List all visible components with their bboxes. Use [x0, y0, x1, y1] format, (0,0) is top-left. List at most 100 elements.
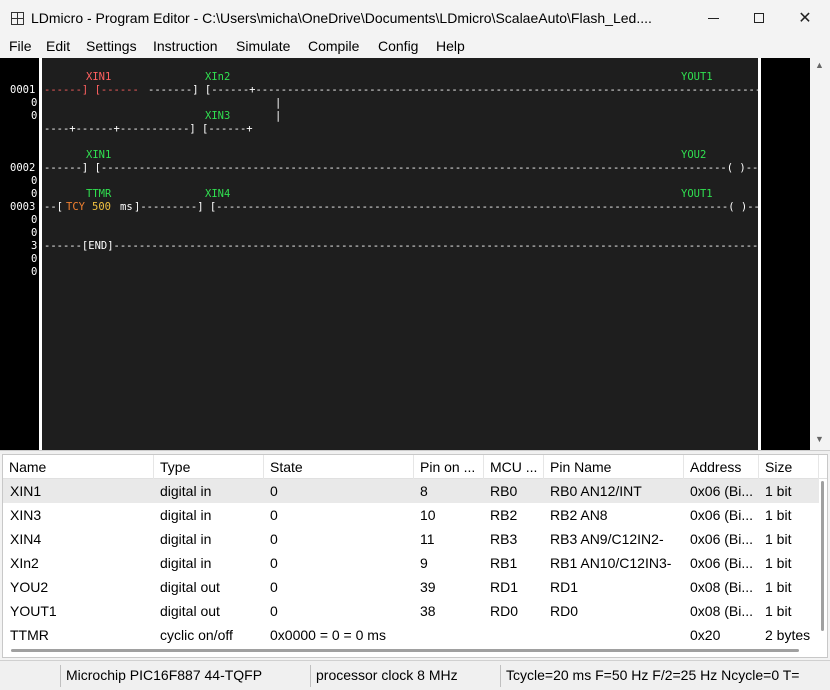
menu-bar: File Edit Settings Instruction Simulate …: [0, 36, 830, 58]
maximize-button[interactable]: [736, 0, 782, 36]
rung3-wire-start: --[: [44, 201, 63, 213]
io-cell-address: 0x08 (Bi...: [690, 603, 754, 619]
rung3-sub-index: 0: [31, 188, 38, 200]
menu-edit[interactable]: Edit: [46, 38, 70, 54]
contact-name-xin3[interactable]: XIN3: [205, 110, 230, 123]
minimize-icon: [707, 17, 719, 19]
io-row-xin3[interactable]: XIN3 digital in 0 10 RB2 RB2 AN8 0x06 (B…: [3, 503, 819, 527]
menu-help[interactable]: Help: [436, 38, 465, 54]
io-cell-pin-name: RB0 AN12/INT: [550, 483, 642, 499]
io-cell-state: 0: [270, 531, 278, 547]
column-header-address[interactable]: Address: [684, 455, 759, 479]
rung1-sub-index: 0: [31, 110, 38, 122]
io-row-ttmr[interactable]: TTMR cyclic on/off 0x0000 = 0 = 0 ms 0x2…: [3, 623, 819, 647]
contact-name-xin1[interactable]: XIN1: [86, 71, 111, 84]
menu-settings[interactable]: Settings: [86, 38, 137, 54]
ldmicro-app-icon: [11, 12, 24, 25]
io-cell-pin: 39: [420, 579, 436, 595]
menu-file[interactable]: File: [9, 38, 32, 54]
end-sub-index: 0: [31, 266, 38, 278]
timer-value[interactable]: 500: [92, 201, 111, 214]
end-rung-wire[interactable]: ------[END]-----------------------------…: [44, 240, 758, 253]
io-list-header: Name Type State Pin on ... MCU ... Pin N…: [3, 455, 827, 479]
io-cell-type: digital in: [160, 555, 212, 571]
column-header-pin[interactable]: Pin on ...: [414, 455, 484, 479]
status-mcu: Microchip PIC16F887 44-TQFP: [60, 665, 310, 687]
title-bar: LDmicro - Program Editor - C:\Users\mich…: [0, 0, 830, 36]
close-button[interactable]: ✕: [782, 0, 828, 36]
coil-name-yout1[interactable]: YOUT1: [681, 71, 713, 84]
io-cell-state: 0x0000 = 0 = 0 ms: [270, 627, 386, 643]
column-header-state[interactable]: State: [264, 455, 414, 479]
status-cycle: Tcycle=20 ms F=50 Hz F/2=25 Hz Ncycle=0 …: [500, 665, 830, 687]
io-cell-name: YOU2: [10, 579, 49, 595]
timer-name-ttmr[interactable]: TTMR: [86, 188, 111, 201]
rung-number-1: 0001: [10, 84, 36, 96]
scroll-down-icon[interactable]: ▼: [815, 434, 824, 444]
rung1-branch-vbar: |: [275, 110, 282, 122]
rung1-wire[interactable]: -------] [------+-----------------------…: [148, 84, 758, 97]
io-row-yout1[interactable]: YOUT1 digital out 0 38 RD0 RD0 0x08 (Bi.…: [3, 599, 819, 623]
menu-simulate[interactable]: Simulate: [236, 38, 290, 54]
rung1-contact-xin1[interactable]: ------] [------: [44, 84, 139, 97]
rung1-branch-line[interactable]: ----+------+-----------] [------+: [44, 123, 253, 136]
rung3-wire[interactable]: ]---------] [---------------------------…: [134, 201, 758, 214]
io-cell-name: XIN1: [10, 483, 42, 499]
rung1-sub-index: 0: [31, 97, 38, 109]
io-cell-type: digital in: [160, 531, 212, 547]
status-bar: Microchip PIC16F887 44-TQFP processor cl…: [0, 660, 830, 690]
window-title: LDmicro - Program Editor - C:\Users\mich…: [31, 10, 652, 26]
timer-type-tcy[interactable]: TCY: [66, 201, 85, 214]
io-cell-type: digital out: [160, 603, 220, 619]
minimize-button[interactable]: [690, 0, 736, 36]
io-cell-pin-name: RB2 AN8: [550, 507, 608, 523]
io-cell-type: digital in: [160, 507, 212, 523]
column-header-size[interactable]: Size: [759, 455, 819, 479]
ladder-editor[interactable]: XIN1 XIn2 YOUT1 0001 ------] [------ ---…: [0, 58, 810, 450]
io-row-xin4[interactable]: XIN4 digital in 0 11 RB3 RB3 AN9/C12IN2-…: [3, 527, 819, 551]
io-cell-address: 0x06 (Bi...: [690, 483, 754, 499]
io-cell-name: XIN4: [10, 531, 42, 547]
coil-name-you2[interactable]: YOU2: [681, 149, 706, 162]
rung3-sub-index: 0: [31, 227, 38, 239]
io-cell-pin-name: RD1: [550, 579, 579, 595]
io-cell-type: digital out: [160, 579, 220, 595]
left-power-rail: [39, 58, 42, 450]
column-header-pin-name[interactable]: Pin Name: [544, 455, 684, 479]
io-cell-mcu: RB1: [490, 555, 518, 571]
io-cell-address: 0x06 (Bi...: [690, 531, 754, 547]
io-cell-name: XIn2: [10, 555, 39, 571]
io-cell-mcu: RB3: [490, 531, 518, 547]
contact-name-xin4[interactable]: XIN4: [205, 188, 230, 201]
rung1-branch-vbar: |: [275, 97, 282, 109]
menu-instruction[interactable]: Instruction: [153, 38, 218, 54]
io-list-horizontal-scrollbar[interactable]: [11, 649, 799, 652]
close-icon: ✕: [798, 10, 812, 27]
column-header-mcu[interactable]: MCU ...: [484, 455, 544, 479]
io-cell-state: 0: [270, 555, 278, 571]
io-cell-type: digital in: [160, 483, 212, 499]
menu-config[interactable]: Config: [378, 38, 418, 54]
menu-compile[interactable]: Compile: [308, 38, 359, 54]
column-header-name[interactable]: Name: [3, 455, 154, 479]
maximize-icon: [754, 13, 764, 23]
contact-name-xin2[interactable]: XIn2: [205, 71, 230, 84]
io-list[interactable]: Name Type State Pin on ... MCU ... Pin N…: [2, 454, 828, 658]
io-cell-name: TTMR: [10, 627, 49, 643]
io-row-you2[interactable]: YOU2 digital out 0 39 RD1 RD1 0x08 (Bi..…: [3, 575, 819, 599]
contact-name-xin1[interactable]: XIN1: [86, 149, 111, 162]
ladder-vertical-scrollbar[interactable]: ▲ ▼: [810, 58, 830, 450]
io-list-vertical-scrollbar[interactable]: [821, 481, 824, 631]
io-row-xin1[interactable]: XIN1 digital in 0 8 RB0 RB0 AN12/INT 0x0…: [3, 479, 819, 503]
ladder-canvas: [42, 58, 758, 450]
io-cell-type: cyclic on/off: [160, 627, 233, 643]
scroll-up-icon[interactable]: ▲: [815, 60, 824, 70]
coil-name-yout1[interactable]: YOUT1: [681, 188, 713, 201]
column-header-type[interactable]: Type: [154, 455, 264, 479]
rung2-wire[interactable]: ------] [-------------------------------…: [44, 162, 758, 175]
io-row-xin2[interactable]: XIn2 digital in 0 9 RB1 RB1 AN10/C12IN3-…: [3, 551, 819, 575]
rung-number-2: 0002: [10, 162, 36, 174]
io-cell-size: 1 bit: [765, 531, 792, 547]
io-cell-pin: 9: [420, 555, 428, 571]
end-sub-index: 0: [31, 253, 38, 265]
